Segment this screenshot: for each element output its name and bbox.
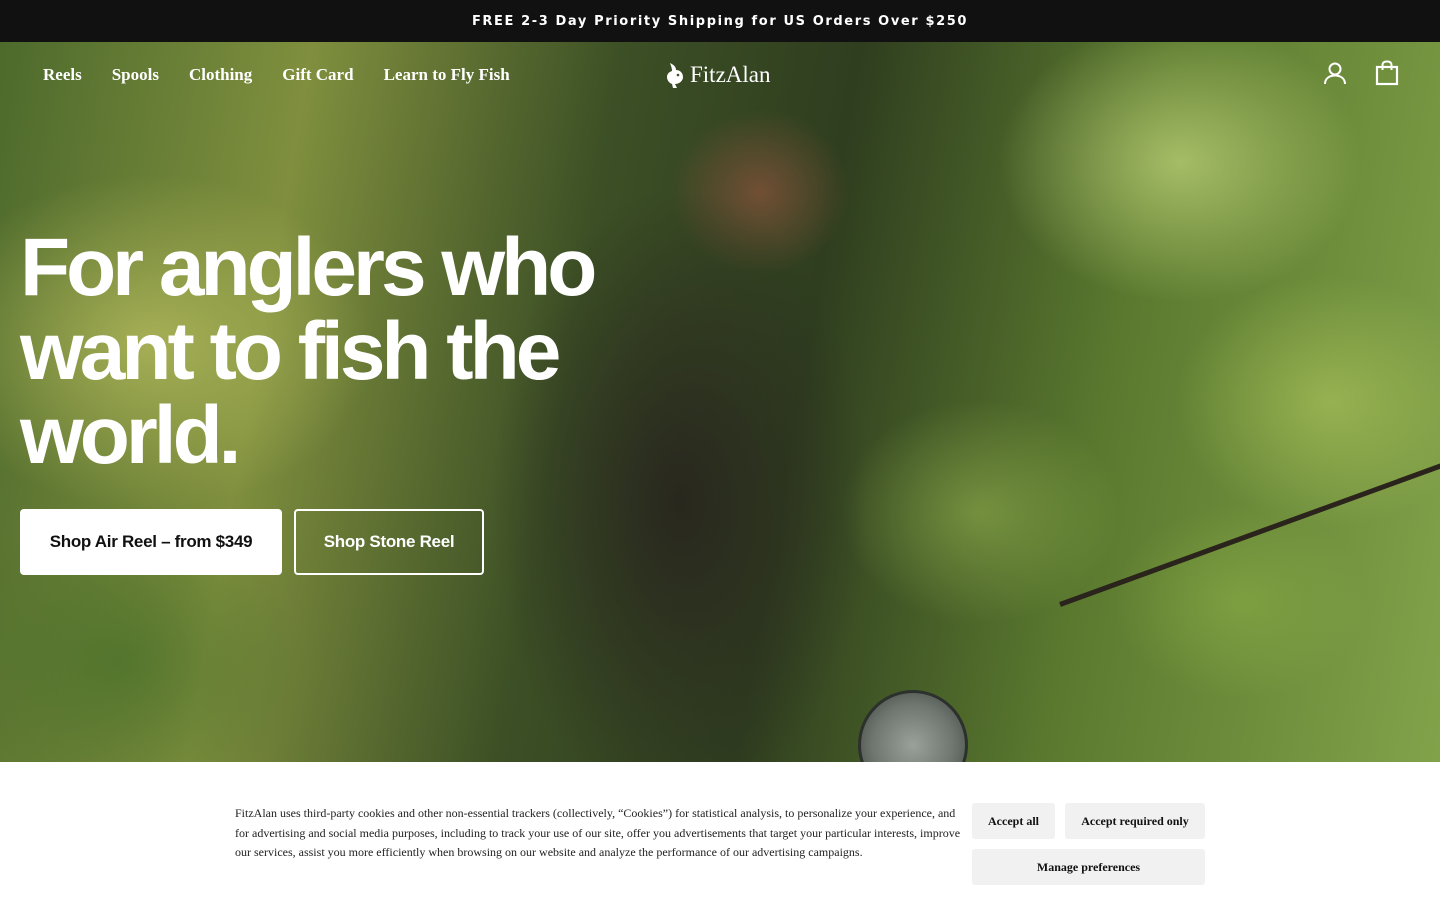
nav-link-learn-to-fly-fish[interactable]: Learn to Fly Fish [369, 65, 525, 85]
logo-text: FitzAlan [690, 62, 771, 87]
fish-logo-icon [667, 63, 683, 88]
nav-link-spools[interactable]: Spools [97, 65, 174, 85]
cart-icon[interactable] [1374, 60, 1400, 86]
hero-headline: For anglers who want to fish the world. [20, 222, 597, 481]
hero-fishing-rod [1059, 444, 1440, 607]
cookie-banner-text: FitzAlan uses third-party cookies and ot… [235, 806, 961, 859]
main-nav: Reels Spools Clothing Gift Card Learn to… [0, 42, 1440, 108]
manage-preferences-button[interactable]: Manage preferences [972, 849, 1205, 885]
cookie-banner: FitzAlan uses third-party cookies and ot… [0, 762, 1440, 900]
nav-links: Reels Spools Clothing Gift Card Learn to… [28, 42, 525, 108]
announcement-text: FREE 2-3 Day Priority Shipping for US Or… [471, 13, 969, 29]
nav-icons [1322, 60, 1400, 86]
nav-link-clothing[interactable]: Clothing [174, 65, 267, 85]
nav-link-reels[interactable]: Reels [28, 65, 97, 85]
nav-link-gift-card[interactable]: Gift Card [267, 65, 368, 85]
accept-required-button[interactable]: Accept required only [1065, 803, 1205, 839]
site-logo[interactable]: FitzAlan [664, 60, 771, 90]
account-icon[interactable] [1322, 60, 1348, 86]
shop-stone-reel-button[interactable]: Shop Stone Reel [294, 509, 484, 575]
announcement-bar: FREE 2-3 Day Priority Shipping for US Or… [0, 0, 1440, 42]
shop-air-reel-button[interactable]: Shop Air Reel – from $349 [20, 509, 282, 575]
accept-all-button[interactable]: Accept all [972, 803, 1055, 839]
